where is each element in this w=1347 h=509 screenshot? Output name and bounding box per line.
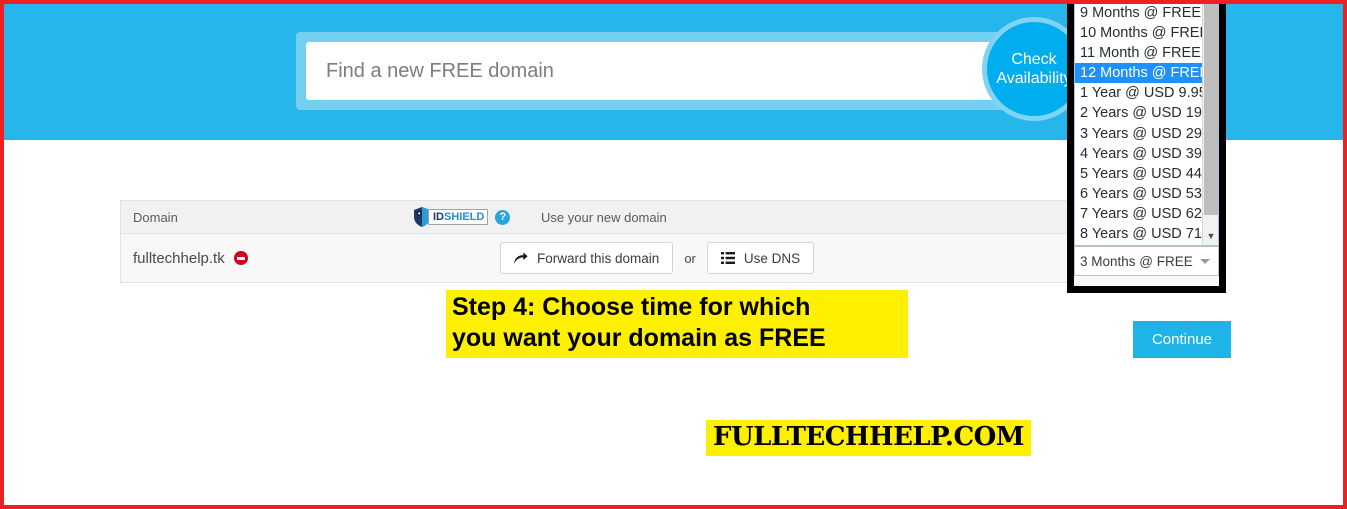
dropdown-footer-strip <box>1074 276 1219 286</box>
idshield-wordmark: IDSHIELD <box>428 209 489 225</box>
forward-arrow-icon <box>514 251 528 264</box>
period-select-closed[interactable]: 3 Months @ FREE <box>1074 246 1219 276</box>
dropdown-option[interactable]: 8 Years @ USD 71.64 <box>1075 224 1218 244</box>
step-annotation-line2: you want your domain as FREE <box>452 324 826 352</box>
scroll-down-arrow-icon[interactable]: ▼ <box>1203 228 1218 244</box>
help-icon[interactable]: ? <box>495 209 511 225</box>
step-annotation: Step 4: Choose time for which you want y… <box>446 290 908 358</box>
step-annotation-line1: Step 4: Choose time for which <box>452 293 811 321</box>
continue-button[interactable]: Continue <box>1133 321 1231 358</box>
dropdown-option[interactable]: 4 Years @ USD 39.80 <box>1075 144 1218 164</box>
domain-search-container <box>296 32 1063 110</box>
domain-name-text: fulltechhelp.tk <box>133 249 225 267</box>
chevron-down-icon <box>1200 258 1210 264</box>
column-header-use-new-domain: Use your new domain <box>541 209 667 225</box>
dropdown-option[interactable]: 9 Months @ FREE <box>1075 3 1218 23</box>
list-icon <box>720 252 735 264</box>
idshield-shield-text: SHIELD <box>444 211 485 223</box>
dropdown-scrollbar[interactable]: ▼ <box>1202 3 1218 245</box>
dropdown-option-selected[interactable]: 12 Months @ FREE <box>1075 63 1218 84</box>
or-separator-label: or <box>684 250 696 266</box>
idshield-id-text: ID <box>433 211 444 223</box>
dropdown-option[interactable]: 3 Years @ USD 29.85 <box>1075 124 1218 144</box>
use-dns-button[interactable]: Use DNS <box>706 242 815 274</box>
dropdown-option[interactable]: 10 Months @ FREE <box>1075 23 1218 43</box>
column-header-domain: Domain <box>133 209 178 225</box>
row-action-group: Forward this domain or Use DNS <box>500 242 815 274</box>
dropdown-option[interactable]: 2 Years @ USD 19.90 <box>1075 103 1218 123</box>
domain-results-table: Domain IDSHIELD ? Use your new domain fu… <box>120 200 1216 283</box>
dropdown-scrollbar-thumb[interactable] <box>1204 3 1218 215</box>
remove-domain-icon[interactable] <box>233 251 248 265</box>
table-row: fulltechhelp.tk Forward this domain or U… <box>121 234 1215 282</box>
use-dns-label: Use DNS <box>743 250 801 266</box>
check-availability-label-line2: Availability <box>996 70 1072 87</box>
dropdown-option[interactable]: 5 Years @ USD 44.78 <box>1075 164 1218 184</box>
dropdown-option[interactable]: 7 Years @ USD 62.69 <box>1075 204 1218 224</box>
dropdown-option[interactable]: 1 Year @ USD 9.95 <box>1075 83 1218 103</box>
period-dropdown-annotation-box: 9 Months @ FREE 10 Months @ FREE 11 Mont… <box>1067 0 1226 293</box>
table-header-row: Domain IDSHIELD ? Use your new domain <box>121 201 1215 234</box>
idshield-badge: IDSHIELD <box>413 207 489 227</box>
period-dropdown: 9 Months @ FREE 10 Months @ FREE 11 Mont… <box>1074 3 1219 286</box>
period-select-value: 3 Months @ FREE <box>1080 253 1193 269</box>
domain-search-input[interactable] <box>306 42 1053 100</box>
screenshot-root: Check Availability Domain IDSHIELD ? <box>0 0 1347 509</box>
dropdown-option[interactable]: 6 Years @ USD 53.73 <box>1075 184 1218 204</box>
dropdown-option[interactable]: 11 Month @ FREE <box>1075 43 1218 63</box>
forward-domain-label: Forward this domain <box>537 250 660 266</box>
idshield-column-header: IDSHIELD ? <box>413 207 533 227</box>
check-availability-label-line1: Check <box>1011 51 1057 68</box>
period-dropdown-option-list[interactable]: 9 Months @ FREE 10 Months @ FREE 11 Mont… <box>1074 3 1219 246</box>
forward-domain-button[interactable]: Forward this domain <box>500 242 674 274</box>
domain-name-cell: fulltechhelp.tk <box>133 250 393 267</box>
watermark-text: FULLTECHHELP.COM <box>706 420 1032 456</box>
